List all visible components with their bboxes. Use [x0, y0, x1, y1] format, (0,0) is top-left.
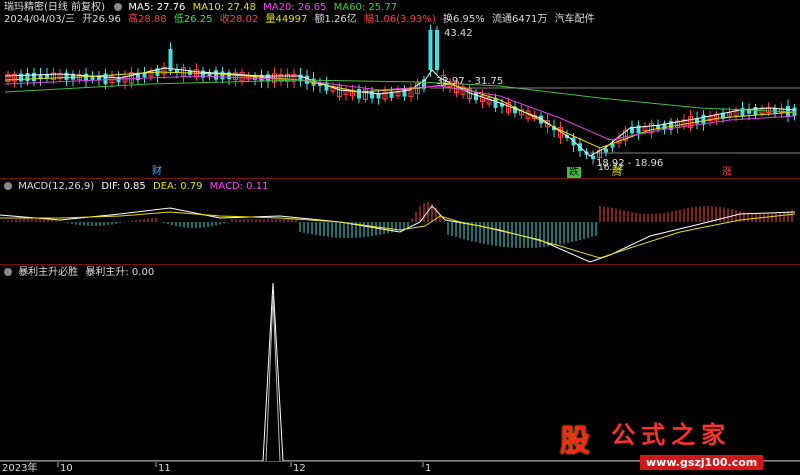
quote-amount: 额1.26亿	[314, 14, 357, 25]
candle-body	[428, 30, 433, 70]
axis-label-nov: 11	[158, 463, 171, 474]
candle-body	[474, 92, 478, 101]
candle-body	[25, 73, 30, 82]
axis-label-oct: 10	[60, 463, 73, 474]
quote-close: 收28.02	[219, 14, 259, 25]
price-label-high: 43.42	[444, 28, 473, 39]
candle-body	[604, 148, 608, 153]
price-label-mid: 32.97 - 31.75	[436, 76, 504, 87]
candle-body	[214, 70, 218, 80]
stock-title: 瑞玛精密(日线 前复权)	[4, 2, 105, 13]
candle-body	[64, 72, 69, 80]
candle-body	[220, 71, 225, 80]
quote-info: 2024/04/03/三 开26.96 高28.88 低26.25 收28.02…	[4, 14, 595, 26]
ma20-value: MA20: 26.65	[263, 2, 327, 13]
macd-settings-icon[interactable]	[4, 182, 12, 190]
quote-date: 2024/04/03/三	[4, 14, 76, 25]
quote-high: 高28.88	[128, 14, 167, 25]
macd-dif: DIF: 0.85	[101, 181, 146, 192]
candle-body	[435, 30, 439, 70]
macd-macd: MACD: 0.11	[209, 181, 269, 192]
macd-header: MACD(12,26,9) DIF: 0.85 DEA: 0.79 MACD: …	[4, 181, 268, 193]
axis-label-dec: 12	[293, 463, 306, 474]
indicator-settings-icon[interactable]	[4, 268, 12, 276]
candle-body	[168, 49, 173, 71]
chart-header: 瑞玛精密(日线 前复权) MA5: 27.76 MA10: 27.48 MA20…	[4, 2, 397, 14]
macd-histogram	[3, 202, 793, 248]
quote-float: 流通6471万	[491, 14, 548, 25]
candle-body	[19, 73, 23, 82]
candle-body	[740, 107, 745, 117]
axis-label-jan: 1	[425, 463, 432, 474]
chart-window: 瑞玛精密(日线 前复权) MA5: 27.76 MA10: 27.48 MA20…	[0, 0, 800, 475]
quote-turnover: 换6.95%	[443, 14, 485, 25]
ma-settings-icon[interactable]	[114, 3, 123, 11]
macd-dea: DEA: 0.79	[152, 181, 203, 192]
watermark-text: 公式之家	[611, 421, 732, 449]
indicator-value: 暴利主升: 0.00	[85, 267, 155, 278]
macd-label: MACD(12,26,9)	[18, 181, 95, 192]
ma5-value: MA5: 27.76	[128, 2, 186, 13]
candle-body	[591, 155, 595, 160]
indicator-name: 暴利主升必胜	[18, 267, 79, 278]
ma10-value: MA10: 27.48	[192, 2, 256, 13]
quote-volume: 量44997	[265, 14, 308, 25]
quote-amplitude: 幅1.06(3.93%)	[363, 14, 436, 25]
panel-separator-2	[0, 264, 800, 265]
axis-label-2023: 2023年	[2, 463, 38, 474]
candlestick-series	[5, 24, 797, 165]
chart-canvas[interactable]	[0, 0, 800, 475]
quote-open: 开26.96	[82, 14, 121, 25]
indicator-header: 暴利主升必胜 暴利主升: 0.00	[4, 267, 154, 279]
candle-body	[32, 72, 36, 82]
watermark-url: www.gszj100.com	[640, 455, 764, 470]
ma10-line	[4, 71, 796, 149]
ma60-value: MA60: 25.77	[333, 2, 398, 13]
candle-body	[357, 88, 361, 99]
panel-separator-1	[0, 178, 800, 179]
quote-sector: 汽车配件	[554, 14, 595, 25]
quote-low: 低26.25	[173, 14, 213, 25]
marker-cai[interactable]: 财	[150, 166, 164, 178]
watermark-logo: 股	[560, 424, 590, 459]
candle-body	[753, 106, 758, 116]
